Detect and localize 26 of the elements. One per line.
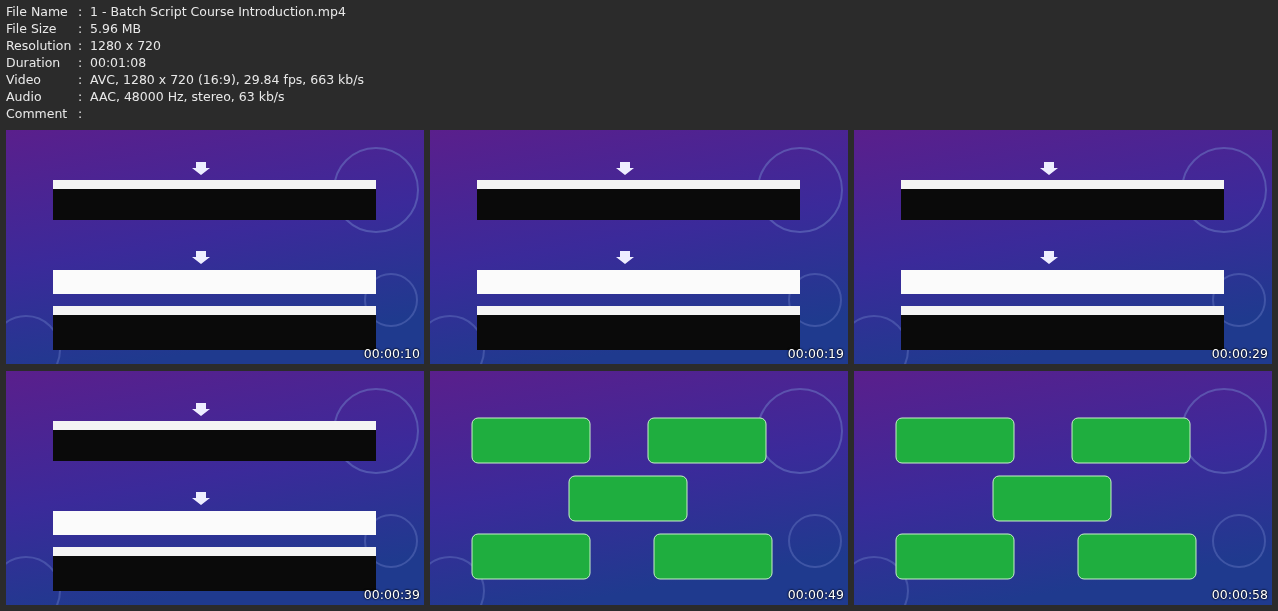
separator: : [78,21,84,36]
timestamp: 00:00:58 [1211,587,1268,602]
timestamp: 00:00:19 [787,346,844,361]
info-label: Comment [6,106,69,121]
info-value: AVC, 1280 x 720 (16:9), 29.84 fps, 663 kb/s [90,72,365,87]
info-label: File Name [6,4,69,19]
info-label: Duration [6,55,62,70]
separator: : [78,106,84,121]
info-value: AAC, 48000 Hz, stereo, 63 kb/s [90,89,285,104]
info-label: Video [6,72,43,87]
separator: : [78,4,84,19]
separator: : [78,55,84,70]
timestamp: 00:00:10 [363,346,420,361]
info-value: 00:01:08 [90,55,147,70]
info-label: Resolution [6,38,73,53]
separator: : [78,72,84,87]
separator: : [78,89,84,104]
info-value: 1280 x 720 [90,38,161,53]
info-label: File Size [6,21,58,36]
info-value: 1 - Batch Script Course Introduction.mp4 [90,4,346,19]
info-value: 5.96 MB [90,21,142,36]
timestamp: 00:00:29 [1211,346,1268,361]
timestamp: 00:00:49 [787,587,844,602]
separator: : [78,38,84,53]
info-label: Audio [6,89,43,104]
timestamp: 00:00:39 [363,587,420,602]
